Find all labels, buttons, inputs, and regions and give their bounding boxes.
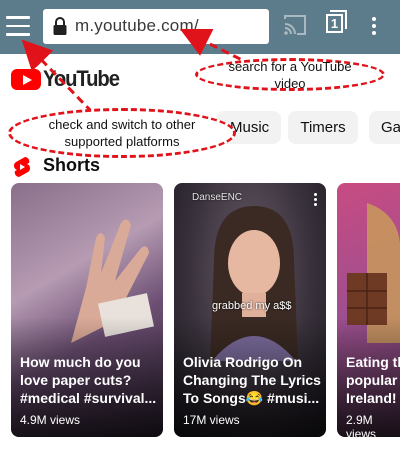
short-card-1[interactable]: How much do you love paper cuts? #medica… <box>11 183 163 437</box>
short-views: 4.9M views <box>20 413 81 427</box>
short-title[interactable]: Eating th popular Ireland! <box>346 353 400 407</box>
lock-icon <box>53 17 67 35</box>
overflow-menu-icon[interactable] <box>371 17 377 35</box>
video-caption: grabbed my a$$ <box>212 300 292 312</box>
youtube-logo-icon[interactable] <box>11 69 41 90</box>
short-views: 17M views <box>183 413 240 427</box>
shorts-icon <box>13 157 31 177</box>
hamburger-menu-icon[interactable] <box>6 16 30 36</box>
short-title[interactable]: Olivia Rodrigo On Changing The Lyrics To… <box>183 353 323 407</box>
url-text[interactable]: m.youtube.com/ <box>75 16 199 36</box>
tabs-icon[interactable]: 1 <box>326 14 343 33</box>
chip-gaming[interactable]: Ga <box>369 111 400 144</box>
shorts-heading: Shorts <box>43 155 101 175</box>
address-bar[interactable]: m.youtube.com/ <box>43 9 269 44</box>
annotation-search: search for a YouTube video <box>195 58 385 91</box>
chip-timers[interactable]: Timers <box>288 111 358 144</box>
short-card-3[interactable]: Eating th popular Ireland! 2.9M views <box>337 183 400 437</box>
short-views: 2.9M views <box>346 413 377 437</box>
short-title[interactable]: How much do you love paper cuts? #medica… <box>20 353 160 407</box>
watermark: DanseENC <box>192 192 243 203</box>
annotation-platforms: check and switch to other supported plat… <box>8 108 236 158</box>
cast-icon[interactable] <box>283 14 307 36</box>
short-card-2[interactable]: DanseENC grabbed my a$$ Olivia Rodrigo O… <box>174 183 326 437</box>
short-menu-icon[interactable] <box>314 193 318 207</box>
youtube-wordmark[interactable]: YouTube <box>43 66 120 92</box>
